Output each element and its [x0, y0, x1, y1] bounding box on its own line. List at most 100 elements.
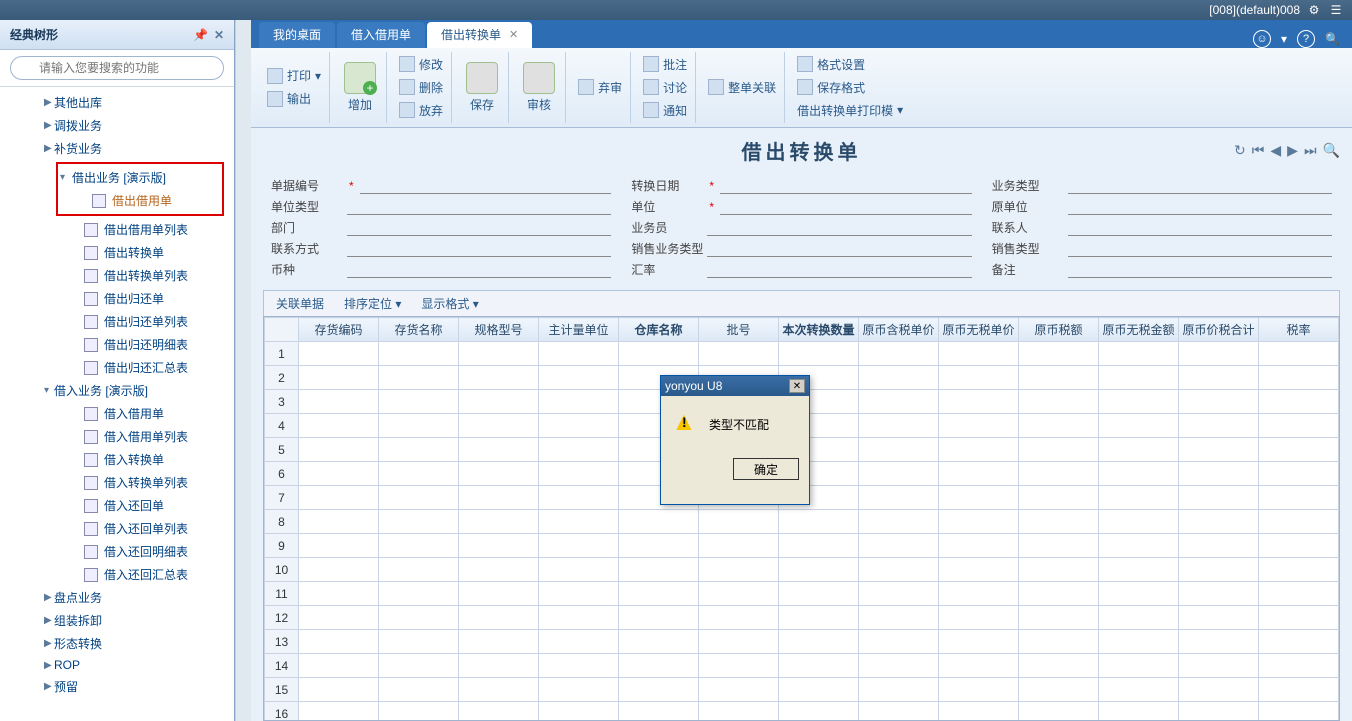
dialog-titlebar[interactable]: yonyou U8 ✕ — [661, 376, 809, 396]
table-row[interactable]: 15 — [265, 678, 1339, 702]
input-contact[interactable] — [1068, 220, 1332, 236]
grid-header[interactable]: 原币无税单价 — [939, 318, 1019, 342]
save-format-button[interactable]: 保存格式 — [793, 77, 907, 98]
tree-item[interactable]: 借入还回明细表 — [6, 540, 234, 563]
grid-header[interactable]: 仓库名称 — [619, 318, 699, 342]
sidebar-scrollbar[interactable] — [235, 20, 251, 721]
table-row[interactable]: 8 — [265, 510, 1339, 534]
tree-item[interactable]: ▶调拨业务 — [6, 114, 234, 137]
input-dept[interactable] — [347, 220, 611, 236]
tree-item[interactable]: 借出转换单 — [6, 241, 234, 264]
tree-item[interactable]: 借入借用单 — [6, 402, 234, 425]
nav-next-icon[interactable]: ▶ — [1287, 142, 1298, 159]
input-doc-no[interactable] — [360, 178, 612, 194]
remark-button[interactable]: 批注 — [639, 54, 691, 75]
table-row[interactable]: 12 — [265, 606, 1339, 630]
save-button[interactable]: 保存 — [460, 60, 504, 115]
nav-last-icon[interactable]: ⏭ — [1304, 142, 1317, 159]
grid-header[interactable]: 存货编码 — [299, 318, 379, 342]
tree-item[interactable]: 借入转换单列表 — [6, 471, 234, 494]
tab[interactable]: 借入借用单 — [337, 22, 425, 48]
print-button[interactable]: 打印 ▾ — [263, 65, 325, 86]
tree-item[interactable]: 借出归还汇总表 — [6, 356, 234, 379]
discuss-button[interactable]: 讨论 — [639, 77, 691, 98]
tree-parent-lend-out[interactable]: ▾ 借出业务 [演示版] — [62, 166, 218, 189]
discard-button[interactable]: 放弃 — [395, 100, 447, 121]
grid-header[interactable]: 税率 — [1259, 318, 1339, 342]
nav-first-icon[interactable]: ⏮ — [1252, 142, 1265, 159]
tab[interactable]: 我的桌面 — [259, 22, 335, 48]
table-row[interactable]: 11 — [265, 582, 1339, 606]
delete-button[interactable]: 删除 — [395, 77, 447, 98]
grid-header[interactable]: 主计量单位 — [539, 318, 619, 342]
tree-item[interactable]: 借入还回汇总表 — [6, 563, 234, 586]
input-sale-biz-type[interactable] — [707, 241, 971, 257]
tree-item[interactable]: 借入还回单列表 — [6, 517, 234, 540]
input-date[interactable] — [720, 178, 972, 194]
table-row[interactable]: 13 — [265, 630, 1339, 654]
search-tab-icon[interactable]: 🔍 — [1325, 32, 1340, 46]
tree-parent-lend-in[interactable]: ▾ 借入业务 [演示版] — [6, 379, 234, 402]
input-unit[interactable] — [720, 199, 972, 215]
nav-refresh-icon[interactable]: ↻ — [1234, 142, 1246, 159]
tree-item[interactable]: ▶形态转换 — [6, 632, 234, 655]
dialog-ok-button[interactable]: 确定 — [733, 458, 799, 480]
titlebar-icon-2[interactable]: ☰ — [1328, 2, 1344, 18]
tree-item[interactable]: ▶预留 — [6, 675, 234, 698]
nav-prev-icon[interactable]: ◀ — [1270, 142, 1281, 159]
print-template-button[interactable]: 借出转换单打印模 ▾ — [793, 100, 907, 121]
grid-header[interactable]: 原币税额 — [1019, 318, 1099, 342]
tree-item[interactable]: 借出转换单列表 — [6, 264, 234, 287]
tree-item[interactable]: 借出归还单 — [6, 287, 234, 310]
input-contact-way[interactable] — [347, 241, 611, 257]
titlebar-icon-1[interactable]: ⚙ — [1306, 2, 1322, 18]
tree-item[interactable]: ▶盘点业务 — [6, 586, 234, 609]
tree-item-lend-out-form[interactable]: 借出借用单 — [62, 189, 218, 212]
whole-link-button[interactable]: 整单关联 — [704, 77, 780, 98]
grid-header[interactable]: 原币价税合计 — [1179, 318, 1259, 342]
format-set-button[interactable]: 格式设置 — [793, 54, 907, 75]
input-salesman[interactable] — [707, 220, 971, 236]
grid-header[interactable] — [265, 318, 299, 342]
grid-header[interactable]: 批号 — [699, 318, 779, 342]
table-row[interactable]: 16 — [265, 702, 1339, 721]
input-currency[interactable] — [347, 262, 611, 278]
abandon-audit-button[interactable]: 弃审 — [574, 77, 626, 98]
sort-button[interactable]: 排序定位 ▾ — [344, 295, 401, 312]
link-doc-button[interactable]: 关联单据 — [276, 295, 324, 312]
notify-button[interactable]: 通知 — [639, 100, 691, 121]
tree-item[interactable]: ▶组装拆卸 — [6, 609, 234, 632]
smile-icon[interactable]: ☺ — [1253, 30, 1271, 48]
tree-item[interactable]: 借入还回单 — [6, 494, 234, 517]
tab[interactable]: 借出转换单✕ — [427, 22, 532, 48]
tree-item[interactable]: 借入借用单列表 — [6, 425, 234, 448]
tree-item[interactable]: 借入转换单 — [6, 448, 234, 471]
tabs-dropdown-icon[interactable]: ▾ — [1281, 32, 1287, 46]
input-orig-unit[interactable] — [1068, 199, 1332, 215]
grid-header[interactable]: 本次转换数量 — [779, 318, 859, 342]
grid-header[interactable]: 规格型号 — [459, 318, 539, 342]
tree-item[interactable]: 借出归还单列表 — [6, 310, 234, 333]
tree-item[interactable]: 借出借用单列表 — [6, 218, 234, 241]
tree-item[interactable]: 借出归还明细表 — [6, 333, 234, 356]
modify-button[interactable]: 修改 — [395, 54, 447, 75]
table-row[interactable]: 14 — [265, 654, 1339, 678]
grid-header[interactable]: 原币无税金额 — [1099, 318, 1179, 342]
search-input[interactable] — [10, 56, 224, 80]
grid-header[interactable]: 原币含税单价 — [859, 318, 939, 342]
tree-item[interactable]: ▶补货业务 — [6, 137, 234, 160]
tree-item[interactable]: ▶其他出库 — [6, 91, 234, 114]
add-button[interactable]: 增加 — [338, 60, 382, 115]
close-sidebar-icon[interactable]: ✕ — [214, 28, 224, 42]
tree-item[interactable]: ▶ROP — [6, 655, 234, 675]
output-button[interactable]: 输出 — [263, 88, 325, 109]
input-biz-type[interactable] — [1068, 178, 1332, 194]
grid-header[interactable]: 存货名称 — [379, 318, 459, 342]
tab-close-icon[interactable]: ✕ — [509, 28, 518, 41]
dialog-close-button[interactable]: ✕ — [789, 379, 805, 393]
audit-button[interactable]: 审核 — [517, 60, 561, 115]
pin-icon[interactable]: 📌 — [193, 28, 208, 42]
table-row[interactable]: 9 — [265, 534, 1339, 558]
input-remark[interactable] — [1068, 262, 1332, 278]
nav-zoom-icon[interactable]: 🔍 — [1323, 142, 1340, 159]
